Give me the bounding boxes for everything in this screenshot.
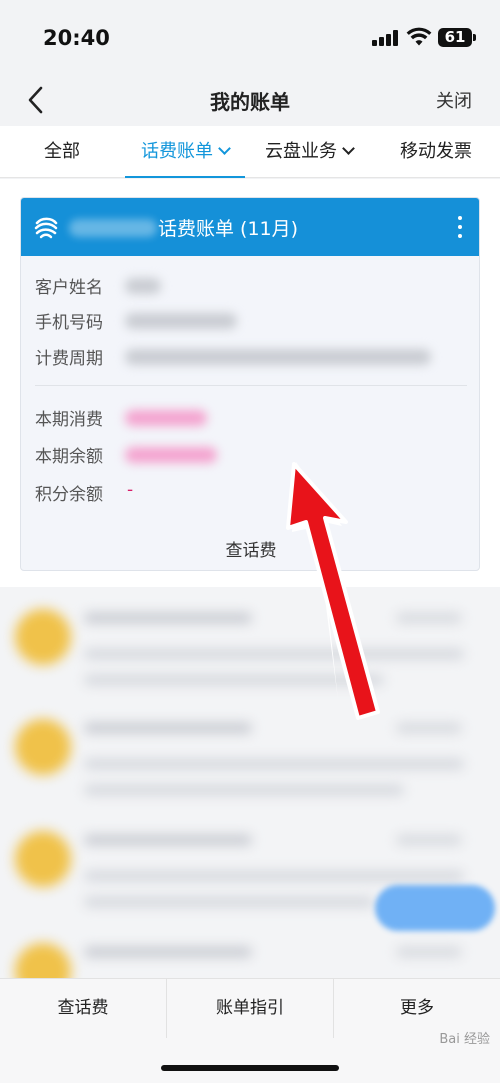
message-list (0, 587, 500, 978)
bill-card-header: 话费账单 (11月) (21, 198, 479, 256)
avatar (15, 719, 71, 775)
bill-tabs: 全部 话费账单 云盘业务 移动发票 (0, 126, 500, 178)
tab-mobile-invoice-label: 移动发票 (400, 141, 472, 162)
tab-all-label: 全部 (44, 141, 80, 162)
tab-phone-bill-label: 话费账单 (141, 141, 213, 162)
avatar (15, 609, 71, 665)
status-time: 20:40 (43, 26, 110, 50)
card-divider (35, 385, 467, 386)
watermark: Bai 经验 (439, 1032, 490, 1047)
current-spending-value (125, 410, 207, 426)
tab-phone-bill[interactable]: 话费账单 (125, 126, 245, 178)
home-indicator-area (0, 1038, 500, 1083)
bill-card-title: 话费账单 (11月) (158, 218, 299, 240)
status-bar: 20:40 61 (0, 0, 500, 78)
avatar (15, 943, 71, 978)
tab-mobile-invoice[interactable]: 移动发票 (400, 126, 472, 178)
wifi-icon (406, 27, 432, 46)
current-balance-label: 本期余额 (35, 447, 103, 467)
customer-name-value (125, 278, 161, 294)
battery-tip (473, 34, 476, 41)
tab-cloud-service[interactable]: 云盘业务 (265, 126, 355, 178)
toolbar-check-bill-button[interactable]: 查话费 (0, 979, 166, 1039)
close-button[interactable]: 关闭 (436, 87, 472, 113)
tab-cloud-service-label: 云盘业务 (265, 141, 337, 162)
bill-card: 话费账单 (11月) 客户姓名 手机号码 计费周期 本期消费 本期余额 积分余额… (20, 197, 480, 571)
billing-period-label: 计费周期 (35, 349, 103, 369)
nav-bar: 我的账单 关闭 (0, 78, 500, 126)
billing-period-value (125, 349, 431, 365)
current-balance-value (125, 447, 217, 463)
chevron-down-icon (342, 142, 355, 155)
phone-number-label: 手机号码 (35, 313, 103, 333)
bottom-toolbar: 查话费 账单指引 更多 (0, 978, 500, 1039)
toolbar-bill-guide-button[interactable]: 账单指引 (167, 979, 333, 1039)
floating-service-button[interactable] (375, 885, 495, 931)
tab-all[interactable]: 全部 (44, 126, 80, 178)
home-indicator[interactable] (161, 1065, 339, 1071)
check-bill-link[interactable]: 查话费 (21, 536, 479, 561)
main-content: 话费账单 (11月) 客户姓名 手机号码 计费周期 本期消费 本期余额 积分余额… (0, 179, 500, 587)
points-balance-value: - (127, 480, 134, 500)
list-item[interactable] (0, 929, 500, 978)
avatar (15, 831, 71, 887)
page-title: 我的账单 (210, 90, 290, 114)
customer-name-label: 客户姓名 (35, 278, 103, 298)
more-options-icon[interactable] (453, 214, 467, 240)
phone-number-value (125, 313, 237, 329)
current-spending-label: 本期消费 (35, 410, 103, 430)
redacted-account-name (69, 219, 157, 237)
cellular-signal-icon (372, 30, 398, 46)
list-item[interactable] (0, 705, 500, 815)
battery-icon: 61 (438, 28, 472, 47)
china-mobile-logo-icon (34, 217, 58, 239)
list-item[interactable] (0, 595, 500, 705)
points-balance-label: 积分余额 (35, 485, 103, 505)
chevron-down-icon (218, 142, 231, 155)
